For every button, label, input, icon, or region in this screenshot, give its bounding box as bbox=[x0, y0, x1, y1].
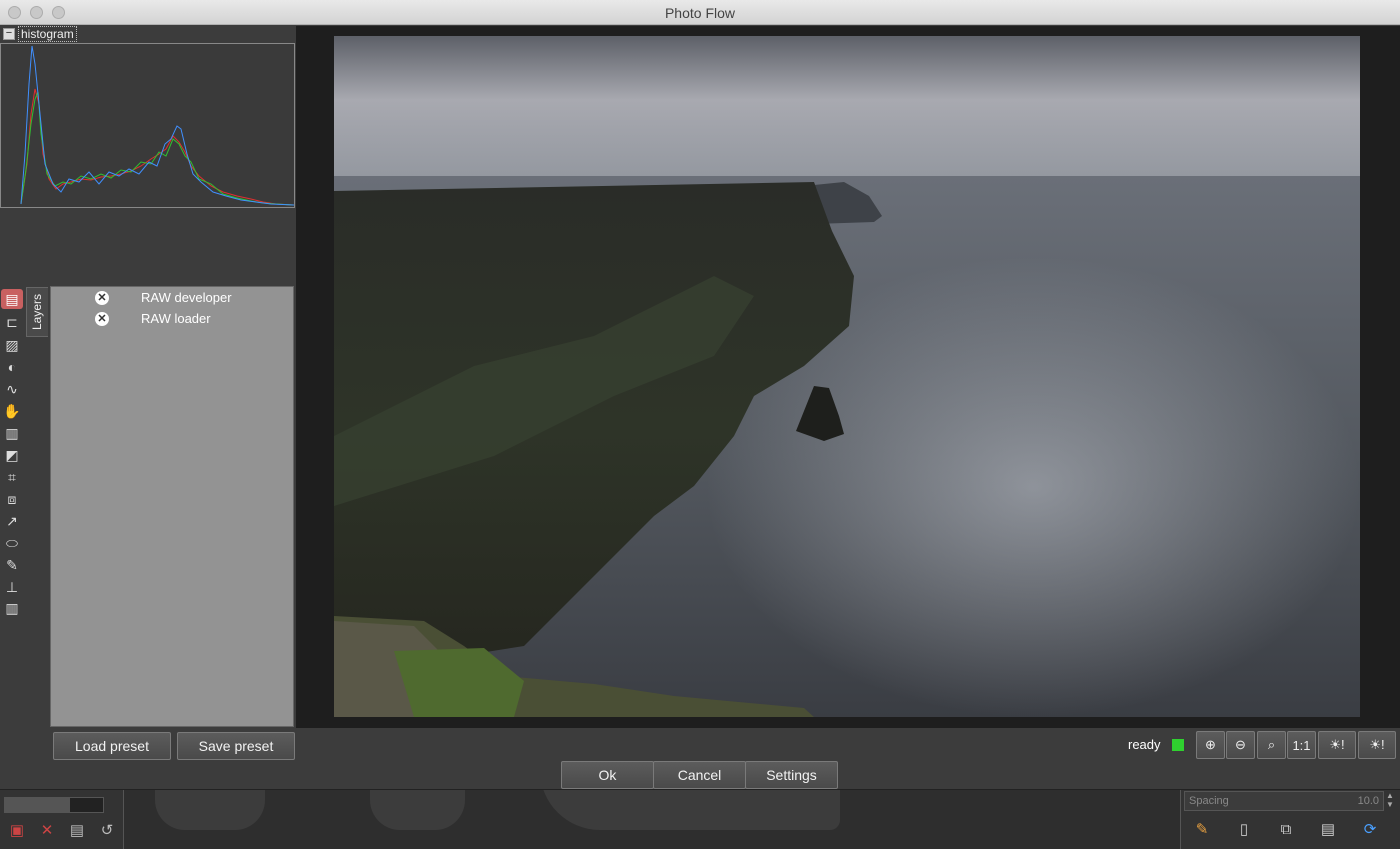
histogram-label: histogram bbox=[18, 26, 77, 42]
spacing-stepper[interactable]: ▲ ▼ bbox=[1384, 791, 1396, 811]
trash-icon[interactable]: ▤ bbox=[1316, 818, 1340, 840]
cancel-button[interactable]: Cancel bbox=[653, 761, 746, 789]
tab-layers[interactable]: Layers bbox=[26, 287, 48, 337]
background-canvas bbox=[120, 790, 1180, 849]
group-icon[interactable]: ⊏ bbox=[1, 312, 23, 332]
fill-icon[interactable]: ✋ bbox=[1, 401, 23, 421]
image-icon[interactable]: ▨ bbox=[1, 335, 23, 355]
histogram-red-channel bbox=[20, 88, 295, 206]
discard-icon[interactable]: ✕ bbox=[36, 820, 58, 840]
layer-name: RAW loader bbox=[141, 311, 211, 326]
close-icon[interactable]: ✕ bbox=[95, 312, 109, 326]
shadows-clipping-icon[interactable]: ☀! bbox=[1318, 731, 1356, 759]
gradient-icon[interactable]: ▥ bbox=[1, 423, 23, 443]
left-spacer bbox=[0, 210, 295, 285]
zoom-out-icon[interactable]: ⊖ bbox=[1226, 731, 1255, 759]
tool-strip: ▤ ⊏ ▨ ◐ ∿ ✋ ▥ ◩ ⌗ ⧈ ↗ ⬭ ✎ ⊥ ▥ bbox=[0, 287, 24, 727]
ok-button[interactable]: Ok bbox=[561, 761, 654, 789]
background-left-toolbar: ▣ ✕ ▤ ↺ bbox=[6, 820, 118, 840]
zoom-in-icon[interactable]: ⊕ bbox=[1196, 731, 1225, 759]
layer-item[interactable]: ✕ RAW loader bbox=[51, 309, 293, 329]
duplicate-icon[interactable]: ⧉ bbox=[1274, 818, 1298, 840]
transform-icon[interactable]: ⧈ bbox=[1, 489, 23, 509]
trash-icon[interactable]: ▤ bbox=[66, 820, 88, 840]
spacing-field[interactable]: Spacing 10.0 bbox=[1184, 791, 1384, 811]
photo-flow-window: Photo Flow − histogram ▤ ⊏ ▨ ◐ ∿ ✋ ▥ ◩ ⌗… bbox=[0, 0, 1400, 790]
clone-icon[interactable]: ↗ bbox=[1, 511, 23, 531]
trash-icon[interactable]: ▥ bbox=[1, 598, 23, 618]
save-icon[interactable]: ▣ bbox=[6, 820, 28, 840]
image-preview-area[interactable] bbox=[296, 26, 1400, 728]
highlights-clipping-icon[interactable]: ☀! bbox=[1358, 731, 1396, 759]
tab-layers-label: Layers bbox=[30, 293, 44, 330]
refresh-icon[interactable]: ⟳ bbox=[1358, 818, 1382, 840]
status-text: ready bbox=[1128, 737, 1161, 752]
background-right-toolbar: ✎ ▯ ⧉ ▤ ⟳ bbox=[1190, 818, 1382, 840]
layer-item[interactable]: ✕ RAW developer bbox=[51, 288, 293, 308]
crop-icon[interactable]: ⌗ bbox=[1, 467, 23, 487]
curves-icon[interactable]: ∿ bbox=[1, 379, 23, 399]
close-icon[interactable]: ✕ bbox=[95, 291, 109, 305]
background-slider[interactable] bbox=[4, 797, 104, 813]
layer-name: RAW developer bbox=[141, 290, 232, 305]
status-indicator bbox=[1172, 739, 1184, 751]
zoom-fit-icon[interactable]: ⌕ bbox=[1257, 731, 1286, 759]
histogram-green-channel bbox=[20, 91, 295, 206]
load-preset-button[interactable]: Load preset bbox=[53, 732, 171, 760]
histogram-collapse-button[interactable]: − bbox=[3, 28, 15, 40]
layers-icon[interactable]: ▤ bbox=[1, 289, 23, 309]
histogram-blue-channel bbox=[20, 45, 295, 206]
new-document-icon[interactable]: ▯ bbox=[1232, 818, 1256, 840]
layer-list: ✕ RAW developer ✕ RAW loader bbox=[50, 286, 294, 727]
zoom-100-button[interactable]: 1:1 bbox=[1287, 731, 1316, 759]
title-bar: Photo Flow bbox=[0, 0, 1400, 25]
edit-icon[interactable]: ✎ bbox=[1190, 818, 1214, 840]
undo-icon[interactable]: ↺ bbox=[96, 820, 118, 840]
settings-button[interactable]: Settings bbox=[745, 761, 838, 789]
window-title: Photo Flow bbox=[664, 5, 736, 21]
brush-icon[interactable]: ✎ bbox=[1, 555, 23, 575]
spacing-value: 10.0 bbox=[1357, 795, 1379, 807]
contrast-icon[interactable]: ◐ bbox=[1, 357, 23, 377]
ellipse-icon[interactable]: ⬭ bbox=[1, 533, 23, 553]
save-preset-button[interactable]: Save preset bbox=[177, 732, 295, 760]
levels-icon[interactable]: ◩ bbox=[1, 445, 23, 465]
histogram-graph bbox=[0, 43, 295, 208]
spacing-label: Spacing bbox=[1189, 795, 1229, 807]
stamp-icon[interactable]: ⊥ bbox=[1, 577, 23, 597]
photo-preview[interactable] bbox=[334, 36, 1360, 717]
